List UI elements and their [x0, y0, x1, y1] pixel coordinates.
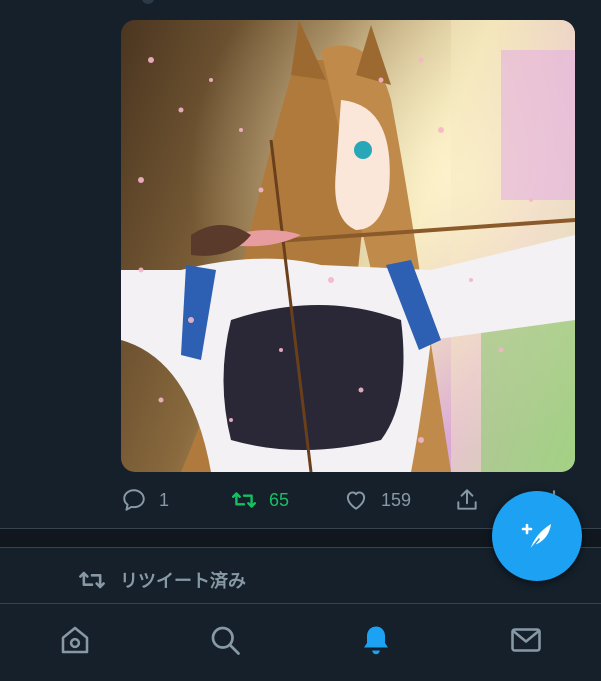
previous-tweet-edge [0, 0, 601, 20]
bottom-tab-bar [0, 603, 601, 681]
tab-home[interactable] [55, 620, 95, 660]
artwork-illustration [121, 20, 575, 472]
bell-icon [364, 626, 388, 655]
retweet-icon [231, 492, 257, 508]
reply-button[interactable]: 1 [121, 482, 169, 518]
tweet-media-image[interactable] [121, 20, 575, 472]
avatar-edge [142, 0, 154, 4]
like-count: 159 [381, 489, 412, 510]
share-button[interactable] [454, 482, 480, 518]
home-icon [61, 626, 89, 654]
mail-icon [511, 628, 541, 652]
retweet-button[interactable]: 65 [231, 482, 289, 518]
reply-count: 1 [159, 489, 170, 510]
share-icon [457, 489, 477, 510]
like-button[interactable]: 159 [343, 482, 411, 518]
retweeted-label: リツイート済み [120, 571, 246, 591]
retweeted-notice: リツイート済み [78, 562, 246, 598]
reply-icon [123, 489, 145, 511]
retweet-count: 65 [269, 489, 290, 510]
compose-tweet-icon [521, 523, 551, 551]
tab-messages[interactable] [506, 620, 546, 660]
retweet-icon [79, 571, 105, 589]
heart-icon [346, 491, 366, 510]
tab-notifications[interactable] [356, 620, 396, 660]
search-icon [211, 626, 240, 655]
compose-tweet-button[interactable] [492, 491, 582, 581]
tab-search[interactable] [205, 620, 245, 660]
